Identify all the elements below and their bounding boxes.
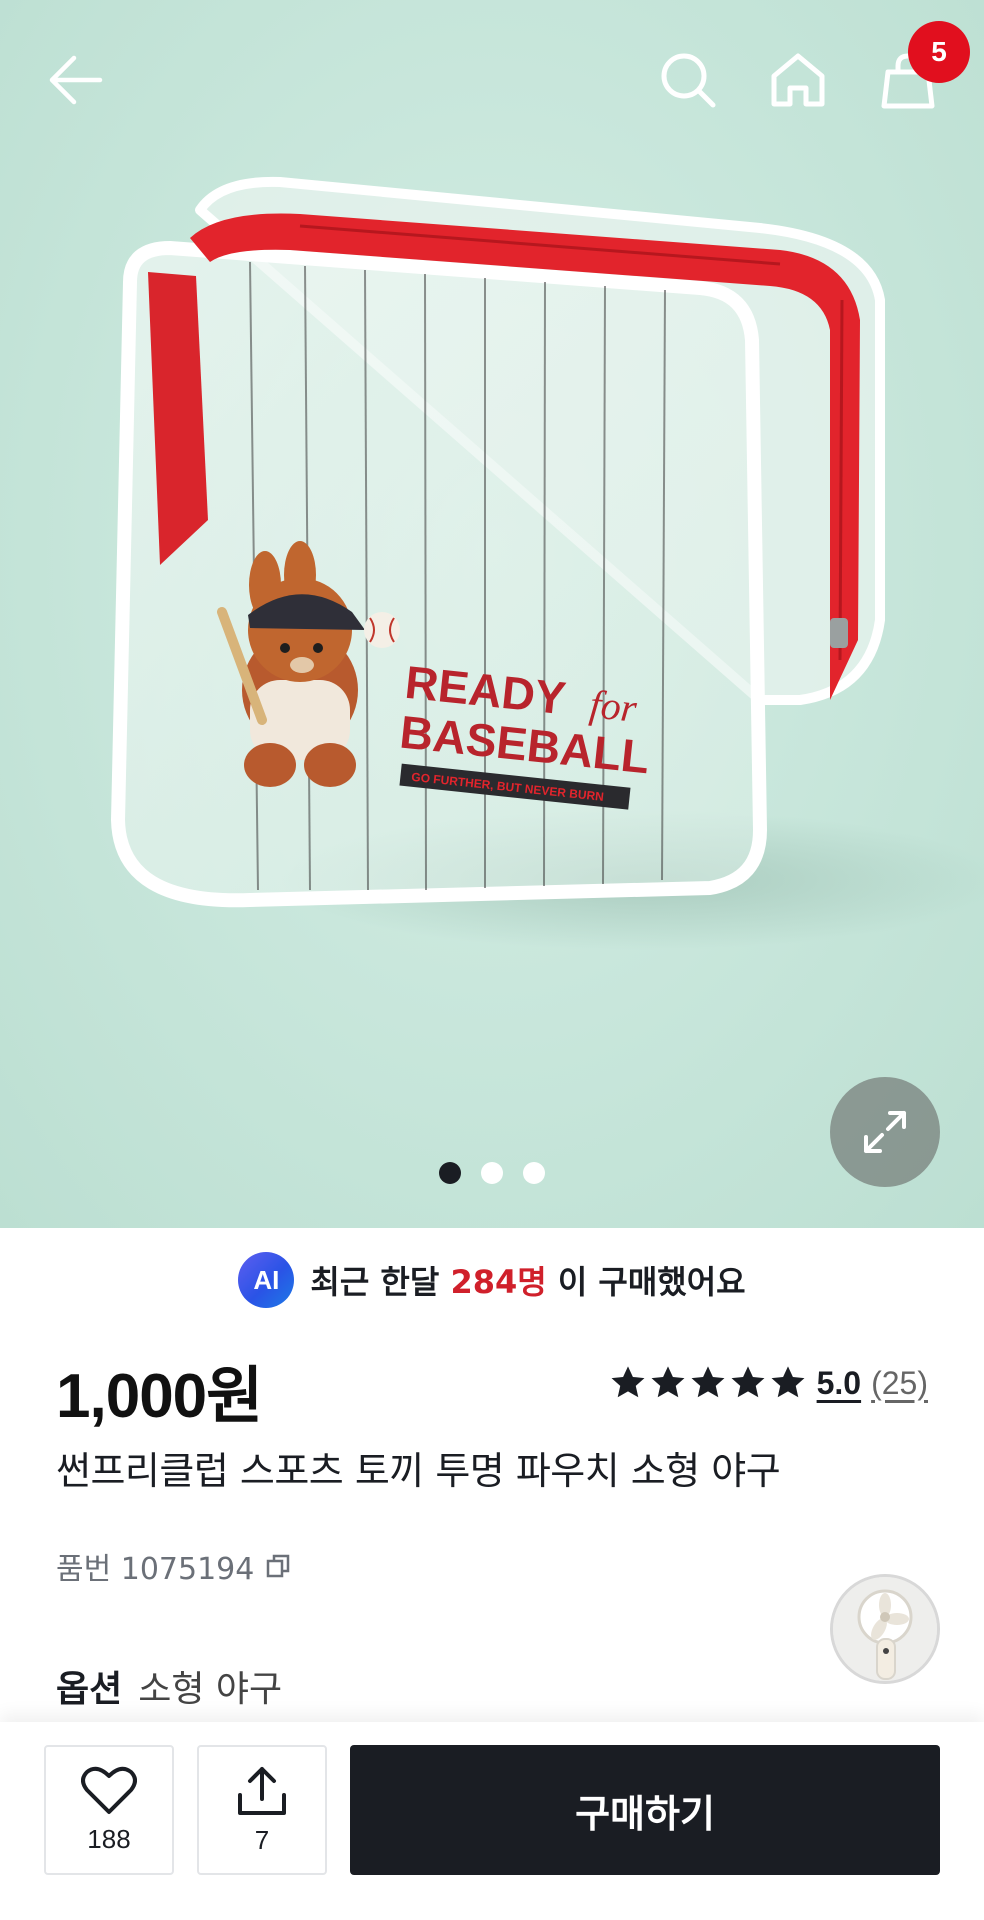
heart-icon	[81, 1766, 137, 1814]
option-value: 소형 야구	[138, 1669, 283, 1710]
expand-icon	[864, 1111, 906, 1153]
star-icon	[691, 1366, 725, 1398]
product-price: 1,000원	[56, 1362, 263, 1431]
carousel-dot-1[interactable]	[439, 1162, 461, 1184]
ai-purchase-banner: AI 최근 한달 284명 이 구매했어요	[0, 1252, 984, 1308]
pouch-print-for: for	[588, 681, 640, 731]
share-button[interactable]: 7	[197, 1745, 327, 1875]
related-product-thumbnail[interactable]	[830, 1574, 940, 1684]
star-icon	[611, 1366, 645, 1398]
cart-count-badge: 5	[908, 21, 970, 83]
home-icon	[771, 53, 825, 107]
search-button[interactable]	[648, 40, 728, 120]
like-count: 188	[87, 1823, 131, 1854]
sku-text: 품번 1075194	[56, 1552, 255, 1587]
copy-icon[interactable]	[264, 1552, 292, 1580]
product-photo: READY for BASEBALL GO FURTHER, BUT NEVER…	[111, 176, 984, 950]
star-icon	[731, 1366, 765, 1398]
buy-button[interactable]: 구매하기	[350, 1745, 940, 1875]
share-count: 7	[254, 1824, 270, 1855]
rating-stars	[609, 1364, 807, 1402]
ai-banner-suffix: 이 구매했어요	[557, 1263, 746, 1301]
review-count-link[interactable]: (25)	[871, 1365, 928, 1402]
star-icon	[771, 1366, 805, 1398]
share-icon	[238, 1766, 286, 1815]
purchase-bar: 188 7 구매하기	[0, 1722, 984, 1920]
rating-score[interactable]: 5.0	[817, 1365, 861, 1402]
back-button[interactable]	[36, 40, 116, 120]
carousel-dot-2[interactable]	[481, 1162, 503, 1184]
product-title: 썬프리클럽 스포츠 토끼 투명 파우치 소형 야구	[56, 1449, 781, 1493]
back-arrow-icon	[49, 55, 103, 105]
option-label: 옵션	[56, 1669, 123, 1710]
ai-banner-count: 284명	[450, 1263, 547, 1301]
handheld-fan-image	[833, 1577, 937, 1681]
like-button[interactable]: 188	[44, 1745, 174, 1875]
carousel-indicator	[0, 1162, 984, 1186]
ai-badge: AI	[238, 1252, 295, 1308]
ai-banner-prefix: 최근 한달	[310, 1263, 440, 1301]
product-sku[interactable]: 품번 1075194	[56, 1544, 292, 1588]
rating-summary[interactable]: 5.0 (25)	[609, 1364, 928, 1402]
product-image-carousel[interactable]: READY for BASEBALL GO FURTHER, BUT NEVER…	[0, 0, 984, 1228]
search-icon	[661, 53, 716, 108]
selected-option[interactable]: 옵션 소형 야구	[56, 1660, 282, 1712]
carousel-dot-3[interactable]	[523, 1162, 545, 1184]
home-button[interactable]	[758, 40, 838, 120]
star-icon	[651, 1366, 685, 1398]
